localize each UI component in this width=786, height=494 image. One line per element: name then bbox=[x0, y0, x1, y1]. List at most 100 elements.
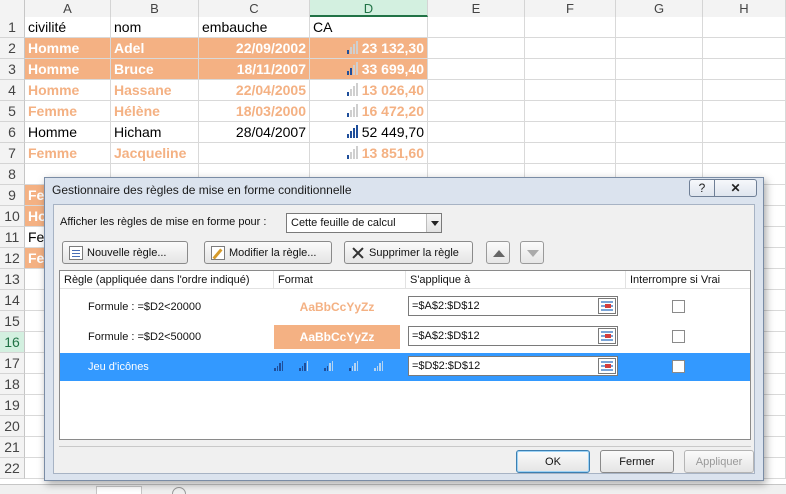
cell[interactable]: 22/09/2002 bbox=[199, 38, 310, 58]
show-rules-select[interactable]: Cette feuille de calcul bbox=[286, 213, 442, 233]
row-header[interactable]: 4 bbox=[0, 80, 25, 101]
row-header[interactable]: 8 bbox=[0, 164, 25, 185]
move-up-icon[interactable] bbox=[486, 241, 510, 264]
cell[interactable] bbox=[428, 38, 525, 58]
rule-row-selected[interactable]: Jeu d'icônes =$D$2:$D$12 bbox=[60, 353, 750, 381]
rule-row[interactable]: Formule : =$D2<50000 AaBbCcYyZz =$A$2:$D… bbox=[60, 323, 750, 351]
stop-if-true-checkbox[interactable] bbox=[672, 300, 685, 313]
cell[interactable] bbox=[703, 38, 786, 58]
cell[interactable]: 18/11/2007 bbox=[199, 59, 310, 79]
rule-row[interactable]: Formule : =$D2<20000 AaBbCcYyZz =$A$2:$D… bbox=[60, 293, 750, 321]
cell[interactable]: CA bbox=[310, 17, 428, 37]
cell[interactable]: civilité bbox=[25, 17, 111, 37]
applies-to-input[interactable]: =$D$2:$D$12 bbox=[408, 356, 618, 376]
cell[interactable]: 18/03/2000 bbox=[199, 101, 310, 121]
cell[interactable] bbox=[703, 101, 786, 121]
row-header[interactable]: 10 bbox=[0, 206, 25, 227]
cell[interactable] bbox=[616, 80, 703, 100]
cell[interactable] bbox=[703, 122, 786, 142]
column-header-f[interactable]: F bbox=[525, 0, 616, 17]
cell[interactable] bbox=[616, 17, 703, 37]
stop-if-true-checkbox[interactable] bbox=[672, 330, 685, 343]
stop-if-true-checkbox[interactable] bbox=[672, 360, 685, 373]
cell[interactable] bbox=[428, 17, 525, 37]
cell[interactable]: Hassane bbox=[111, 80, 199, 100]
cell[interactable] bbox=[525, 38, 616, 58]
column-header-e[interactable]: E bbox=[428, 0, 525, 17]
cell[interactable]: Homme bbox=[25, 122, 111, 142]
column-header-c[interactable]: C bbox=[199, 0, 310, 17]
cell[interactable] bbox=[428, 122, 525, 142]
cell[interactable]: 33 699,40 bbox=[310, 59, 428, 79]
cell[interactable] bbox=[428, 101, 525, 121]
close-icon[interactable]: ✕ bbox=[715, 179, 757, 197]
cell[interactable] bbox=[525, 143, 616, 163]
row-header[interactable]: 14 bbox=[0, 290, 25, 311]
cell[interactable]: 52 449,70 bbox=[310, 122, 428, 142]
close-button[interactable]: Fermer bbox=[600, 450, 674, 473]
range-picker-icon[interactable] bbox=[598, 328, 616, 344]
cell[interactable]: 28/04/2007 bbox=[199, 122, 310, 142]
range-picker-icon[interactable] bbox=[598, 358, 616, 374]
cell[interactable] bbox=[703, 80, 786, 100]
cell[interactable] bbox=[525, 80, 616, 100]
row-header[interactable]: 17 bbox=[0, 353, 25, 374]
row-header[interactable]: 5 bbox=[0, 101, 25, 122]
cell[interactable] bbox=[616, 143, 703, 163]
cell[interactable]: Femme bbox=[25, 101, 111, 121]
row-header[interactable]: 20 bbox=[0, 416, 25, 437]
applies-to-input[interactable]: =$A$2:$D$12 bbox=[408, 296, 618, 316]
applies-to-input[interactable]: =$A$2:$D$12 bbox=[408, 326, 618, 346]
cell[interactable]: 23 132,30 bbox=[310, 38, 428, 58]
cell[interactable]: Bruce bbox=[111, 59, 199, 79]
move-down-icon[interactable] bbox=[520, 241, 544, 264]
cell[interactable] bbox=[703, 143, 786, 163]
sheet-tab[interactable] bbox=[96, 486, 142, 494]
new-rule-button[interactable]: Nouvelle règle... bbox=[62, 241, 188, 264]
column-header-a[interactable]: A bbox=[25, 0, 111, 17]
range-picker-icon[interactable] bbox=[598, 298, 616, 314]
cell[interactable]: Femme bbox=[25, 143, 111, 163]
edit-rule-button[interactable]: Modifier la règle... bbox=[204, 241, 332, 264]
cell[interactable] bbox=[525, 122, 616, 142]
row-header[interactable]: 9 bbox=[0, 185, 25, 206]
cell[interactable]: 13 026,40 bbox=[310, 80, 428, 100]
cell[interactable] bbox=[199, 143, 310, 163]
cell[interactable] bbox=[525, 17, 616, 37]
cell[interactable]: Hicham bbox=[111, 122, 199, 142]
cell[interactable] bbox=[703, 17, 786, 37]
row-header[interactable]: 11 bbox=[0, 227, 25, 248]
cell[interactable]: Homme bbox=[25, 59, 111, 79]
row-header[interactable]: 7 bbox=[0, 143, 25, 164]
cell[interactable] bbox=[616, 38, 703, 58]
column-header-h[interactable]: H bbox=[703, 0, 786, 17]
cell[interactable] bbox=[428, 80, 525, 100]
cell[interactable]: Homme bbox=[25, 38, 111, 58]
chevron-down-icon[interactable] bbox=[426, 214, 441, 232]
row-header[interactable]: 21 bbox=[0, 437, 25, 458]
apply-button[interactable]: Appliquer bbox=[684, 450, 754, 473]
row-header[interactable]: 12 bbox=[0, 248, 25, 269]
cell[interactable]: Jacqueline bbox=[111, 143, 199, 163]
cell[interactable] bbox=[428, 59, 525, 79]
select-all-corner[interactable] bbox=[0, 0, 25, 17]
cell[interactable] bbox=[525, 59, 616, 79]
cell[interactable]: 13 851,60 bbox=[310, 143, 428, 163]
row-header[interactable]: 22 bbox=[0, 458, 25, 479]
cell[interactable] bbox=[525, 101, 616, 121]
row-header[interactable]: 2 bbox=[0, 38, 25, 59]
cell[interactable]: 22/04/2005 bbox=[199, 80, 310, 100]
cell[interactable] bbox=[616, 122, 703, 142]
column-header-d[interactable]: D bbox=[310, 0, 428, 17]
row-header[interactable]: 15 bbox=[0, 311, 25, 332]
row-header[interactable]: 13 bbox=[0, 269, 25, 290]
cell[interactable] bbox=[428, 143, 525, 163]
ok-button[interactable]: OK bbox=[516, 450, 590, 473]
add-sheet-icon[interactable] bbox=[172, 487, 186, 494]
row-header[interactable]: 16 bbox=[0, 332, 25, 353]
cell[interactable]: Homme bbox=[25, 80, 111, 100]
cell[interactable]: Hélène bbox=[111, 101, 199, 121]
row-header[interactable]: 19 bbox=[0, 395, 25, 416]
delete-rule-button[interactable]: Supprimer la règle bbox=[344, 241, 473, 264]
row-header[interactable]: 18 bbox=[0, 374, 25, 395]
